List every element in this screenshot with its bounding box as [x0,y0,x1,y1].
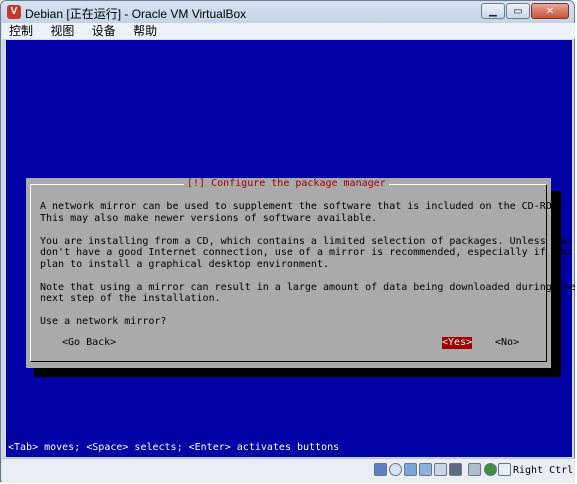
host-key-label: Right Ctrl [513,465,574,476]
virtualbox-window: V Debian [正在运行] - Oracle VM VirtualBox ▁… [0,0,576,483]
yes-button[interactable]: <Yes> [442,337,473,349]
optical-drive-icon[interactable] [389,463,402,476]
menu-item-view[interactable]: 视图 [43,23,81,39]
dialog-text-line: You are installing from a CD, which cont… [40,235,570,247]
dialog-question: Use a network mirror? [40,316,167,327]
keyboard-hint: <Tab> moves; <Space> selects; <Enter> ac… [8,442,340,453]
menu-item-control[interactable]: 控制 [2,23,40,39]
no-button[interactable]: <No> [495,337,519,349]
dialog-text-line: plan to install a graphical desktop envi… [40,258,329,270]
dialog-text-line: next step of the installation. [40,293,221,304]
network-icon[interactable] [434,463,447,476]
dialog-text-line: A network mirror can be used to suppleme… [40,201,564,212]
hard-disk-icon[interactable] [374,463,387,476]
maximize-button[interactable]: ▭ [506,3,530,19]
vm-screen[interactable]: [!] Configure the package manager A netw… [6,40,576,457]
status-bar: Right Ctrl [2,458,575,483]
dialog-title: [!] Configure the package manager [184,178,389,190]
keyboard-capture-icon[interactable] [498,463,511,476]
close-button[interactable]: ✕ [531,3,569,19]
display-icon[interactable] [449,463,462,476]
menu-item-help[interactable]: 帮助 [126,23,164,39]
window-controls: ▁ ▭ ✕ [481,3,569,19]
minimize-button[interactable]: ▁ [481,3,505,19]
dialog-text-line: This may also make newer versions of sof… [40,212,378,224]
menu-bar: 控制 视图 设备 帮助 [2,23,575,39]
title-bar[interactable]: V Debian [正在运行] - Oracle VM VirtualBox ▁… [1,1,574,23]
menu-item-devices[interactable]: 设备 [85,23,123,39]
usb-icon[interactable] [404,463,417,476]
shared-folders-icon[interactable] [419,463,432,476]
go-back-button[interactable]: <Go Back> [62,337,116,349]
mouse-integration-icon[interactable] [468,463,481,476]
dialog-text-line: don't have a good Internet connection, u… [40,247,570,258]
virtualbox-status-icon[interactable] [484,463,497,476]
window-title: Debian [正在运行] - Oracle VM VirtualBox [25,7,247,21]
dialog-text-line: Note that using a mirror can result in a… [40,281,576,293]
installer-dialog: [!] Configure the package manager A netw… [26,178,576,368]
virtualbox-app-icon: V [7,5,21,19]
